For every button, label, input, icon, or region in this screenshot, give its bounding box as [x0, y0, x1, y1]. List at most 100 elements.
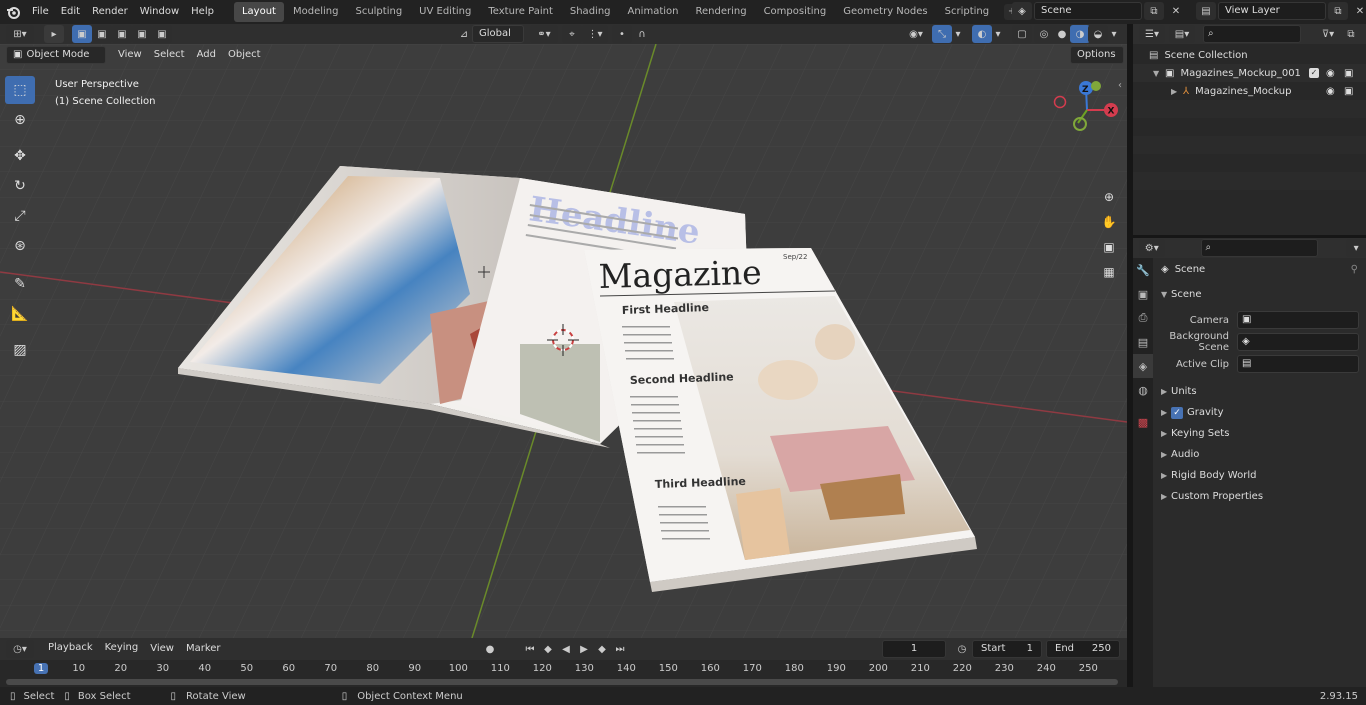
- pan-hand-icon[interactable]: ✋: [1098, 211, 1120, 233]
- shading-rendered-icon[interactable]: ◒: [1088, 25, 1108, 43]
- background-scene-field[interactable]: ◈: [1237, 333, 1359, 351]
- preview-range-icon[interactable]: ◷: [952, 640, 972, 658]
- 3d-viewport[interactable]: Headline Magazine Sep/22 First Headline: [0, 44, 1127, 638]
- gizmo-dropdown-icon[interactable]: ▾: [952, 25, 964, 43]
- tab-modeling[interactable]: Modeling: [285, 2, 347, 22]
- transform-orientation-dropdown[interactable]: Global: [472, 25, 524, 43]
- scene-selector-icon[interactable]: ◈: [1012, 2, 1032, 20]
- keying-sets-panel-header[interactable]: ▶ Keying Sets: [1153, 423, 1366, 444]
- jump-prev-keyframe-icon[interactable]: ◆: [538, 640, 558, 658]
- tab-uv-editing[interactable]: UV Editing: [411, 2, 479, 22]
- tab-rendering[interactable]: Rendering: [687, 2, 754, 22]
- select-mode-tweak-icon[interactable]: ▸: [44, 25, 64, 43]
- move-tool-icon[interactable]: ✥: [5, 142, 35, 170]
- tab-shading[interactable]: Shading: [562, 2, 619, 22]
- start-frame-field[interactable]: Start 1: [972, 640, 1042, 658]
- add-cube-tool-icon[interactable]: ▨: [5, 336, 35, 364]
- keying-menu[interactable]: Keying: [99, 640, 145, 658]
- scene-panel-header[interactable]: ▼ Scene: [1153, 284, 1366, 305]
- menu-add[interactable]: Add: [191, 46, 222, 64]
- select-extend-icon[interactable]: ▣: [92, 25, 112, 43]
- proportional-editing-icon[interactable]: •: [612, 25, 632, 43]
- select-intersect-icon[interactable]: ▣: [152, 25, 172, 43]
- rotate-tool-icon[interactable]: ↻: [5, 172, 35, 200]
- new-collection-icon[interactable]: ⧉: [1341, 25, 1361, 43]
- pivot-point-icon[interactable]: ⚭▾: [530, 25, 558, 43]
- rigid-body-world-panel-header[interactable]: ▶ Rigid Body World: [1153, 465, 1366, 486]
- shading-material-icon[interactable]: ◑: [1070, 25, 1090, 43]
- menu-view[interactable]: View: [112, 46, 148, 64]
- delete-view-layer-icon[interactable]: ✕: [1350, 2, 1366, 20]
- tab-geometry-nodes[interactable]: Geometry Nodes: [835, 2, 935, 22]
- new-view-layer-icon[interactable]: ⧉: [1328, 2, 1348, 20]
- outliner-filter-icon[interactable]: ⊽▾: [1315, 25, 1341, 43]
- menu-object[interactable]: Object: [222, 46, 267, 64]
- collection-exclude-checkbox[interactable]: ✓: [1309, 68, 1319, 78]
- sidebar-toggle-icon[interactable]: ‹: [1118, 80, 1122, 91]
- jump-next-keyframe-icon[interactable]: ◆: [592, 640, 612, 658]
- menu-file[interactable]: File: [26, 0, 55, 24]
- menu-select[interactable]: Select: [148, 46, 191, 64]
- timeline-area[interactable]: 1 10 20 30 40 50 60 70 80 90 100 110 120 130 140 150 160…: [0, 660, 1127, 687]
- auto-keying-icon[interactable]: ●: [480, 640, 500, 658]
- object-expand-icon[interactable]: ▶: [1171, 87, 1183, 96]
- select-new-icon[interactable]: ▣: [72, 25, 92, 43]
- scale-tool-icon[interactable]: ⤢: [5, 202, 35, 230]
- view-layer-selector-icon[interactable]: ▤: [1196, 2, 1216, 20]
- cursor-tool-icon[interactable]: ⊕: [5, 106, 35, 134]
- blender-logo-icon[interactable]: [0, 0, 26, 24]
- shading-solid-icon[interactable]: ●: [1052, 25, 1072, 43]
- play-icon[interactable]: ▶: [574, 640, 594, 658]
- tab-texture-paint[interactable]: Texture Paint: [480, 2, 561, 22]
- audio-panel-header[interactable]: ▶ Audio: [1153, 444, 1366, 465]
- tab-sculpting[interactable]: Sculpting: [347, 2, 410, 22]
- collection-visibility-icon[interactable]: ◉: [1326, 68, 1335, 79]
- gravity-checkbox[interactable]: ✓: [1171, 406, 1183, 419]
- object-render-icon[interactable]: ▣: [1344, 86, 1353, 97]
- jump-start-icon[interactable]: ⏮: [520, 640, 540, 658]
- overlays-toggle-icon[interactable]: ◐: [972, 25, 992, 43]
- new-scene-icon[interactable]: ⧉: [1144, 2, 1164, 20]
- delete-scene-icon[interactable]: ✕: [1166, 2, 1186, 20]
- outliner-row-collection[interactable]: ▼ ▣ Magazines_Mockup_001 ✓ ◉ ▣: [1133, 64, 1366, 82]
- transform-orientation-icon[interactable]: ⊿: [454, 25, 474, 43]
- editor-type-icon[interactable]: ⊞▾: [6, 25, 34, 43]
- options-dropdown[interactable]: Options: [1070, 46, 1124, 64]
- tool-tab-icon[interactable]: 🔧: [1133, 258, 1153, 282]
- shading-dropdown-icon[interactable]: ▾: [1108, 25, 1120, 43]
- current-frame-field[interactable]: 1: [882, 640, 946, 658]
- tab-layout[interactable]: Layout: [233, 2, 284, 22]
- timeline-editor-type-icon[interactable]: ◷▾: [6, 640, 34, 658]
- camera-view-icon[interactable]: ▣: [1098, 236, 1120, 258]
- menu-help[interactable]: Help: [185, 0, 220, 24]
- play-reverse-icon[interactable]: ◀: [556, 640, 576, 658]
- active-clip-field[interactable]: ▤: [1237, 355, 1359, 373]
- playback-menu[interactable]: Playback: [42, 640, 99, 658]
- xray-toggle-icon[interactable]: ▢: [1012, 25, 1032, 43]
- zoom-icon[interactable]: ⊕: [1098, 186, 1120, 208]
- select-invert-icon[interactable]: ▣: [132, 25, 152, 43]
- render-tab-icon[interactable]: ▣: [1133, 282, 1153, 306]
- snap-icon[interactable]: ⌖: [562, 25, 582, 43]
- output-tab-icon[interactable]: ⎙: [1133, 306, 1153, 330]
- gizmo-toggle-icon[interactable]: ⤡: [932, 25, 952, 43]
- outliner-search-input[interactable]: ⌕: [1203, 25, 1301, 43]
- tab-animation[interactable]: Animation: [620, 2, 687, 22]
- properties-editor-type-icon[interactable]: ⚙▾: [1139, 239, 1165, 257]
- object-mode-dropdown[interactable]: ▣ Object Mode: [6, 46, 106, 64]
- object-visibility-icon[interactable]: ◉: [1326, 86, 1335, 97]
- view-layer-tab-icon[interactable]: ▤: [1133, 330, 1153, 354]
- scene-field[interactable]: Scene: [1034, 2, 1142, 20]
- measure-tool-icon[interactable]: 📐: [5, 300, 35, 328]
- annotate-tool-icon[interactable]: ✎: [5, 270, 35, 298]
- timeline-view-menu[interactable]: View: [144, 640, 180, 658]
- outliner-display-mode-icon[interactable]: ▤▾: [1169, 25, 1195, 43]
- world-tab-icon[interactable]: ◍: [1133, 378, 1153, 402]
- snap-target-icon[interactable]: ⋮▾: [582, 25, 608, 43]
- menu-edit[interactable]: Edit: [55, 0, 86, 24]
- scene-tab-icon[interactable]: ◈: [1133, 354, 1153, 378]
- end-frame-field[interactable]: End 250: [1046, 640, 1120, 658]
- navigation-gizmo[interactable]: Z X: [1050, 78, 1120, 148]
- menu-render[interactable]: Render: [86, 0, 134, 24]
- view-layer-field[interactable]: View Layer: [1218, 2, 1326, 20]
